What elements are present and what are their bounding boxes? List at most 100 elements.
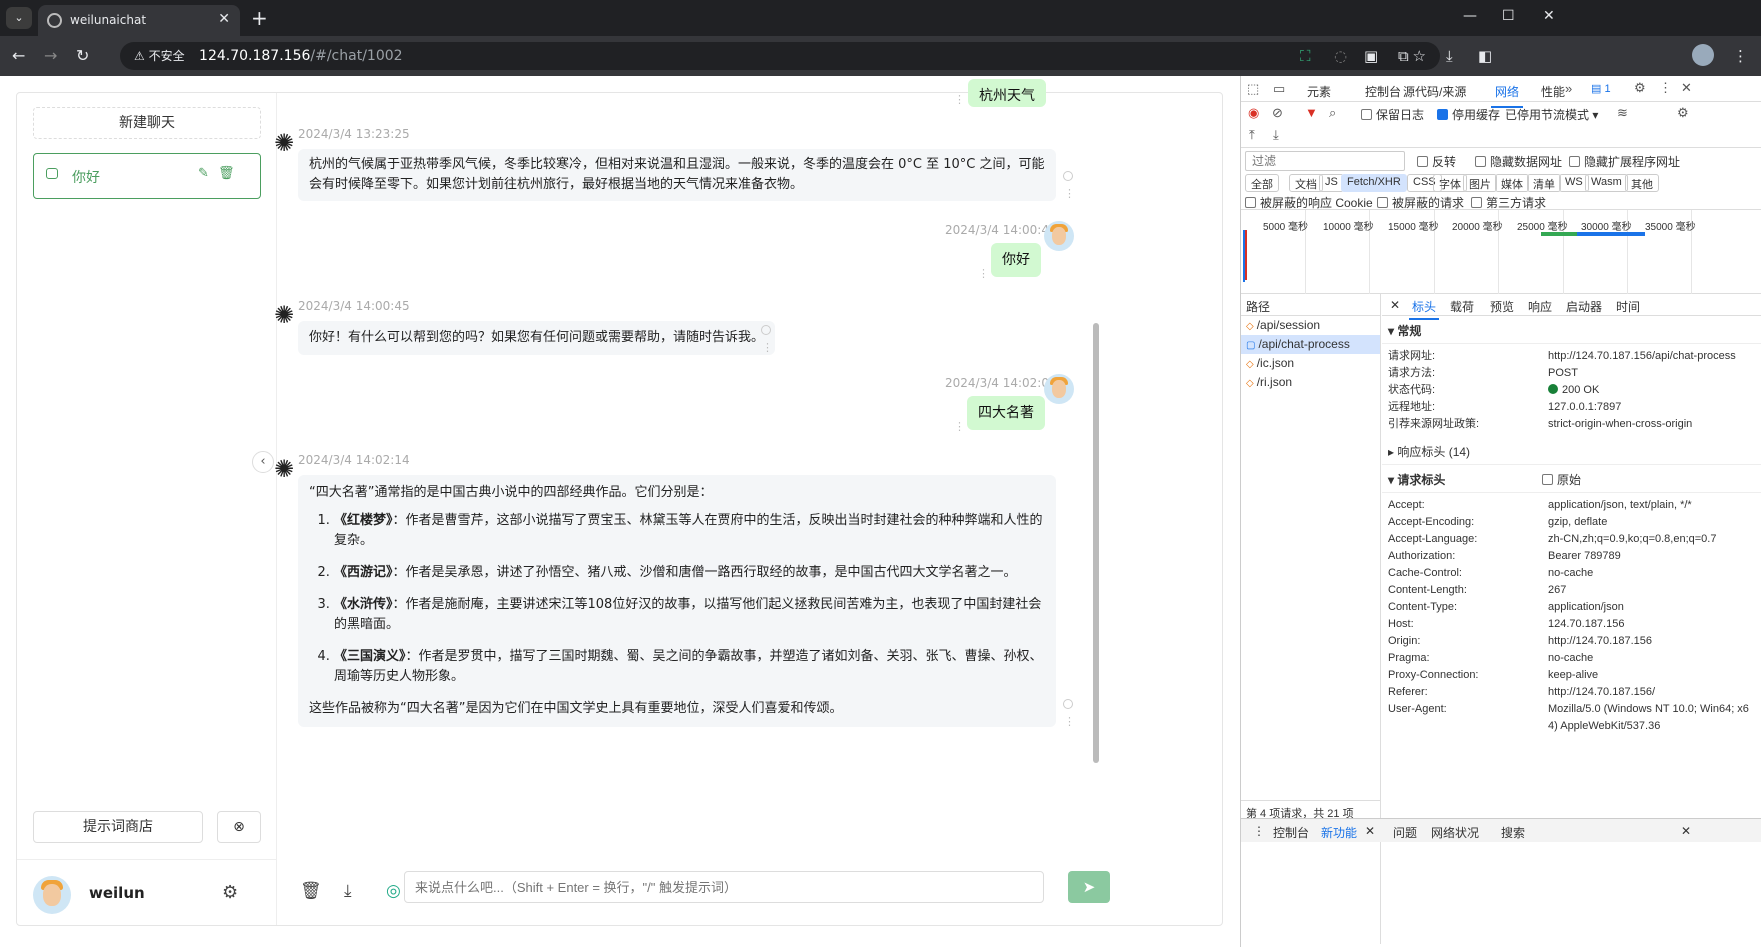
third-party-checkbox[interactable]: 第三方请求 bbox=[1471, 194, 1546, 211]
inspect-icon[interactable]: ⬚ bbox=[1247, 81, 1259, 97]
browser-tab[interactable]: weilunaichat ✕ bbox=[38, 5, 240, 36]
type-filter-other[interactable]: 其他 bbox=[1625, 174, 1659, 192]
request-row[interactable]: ◇/api/session bbox=[1241, 316, 1380, 335]
menu-kebab-icon[interactable]: ⋮ bbox=[1733, 47, 1748, 65]
network-settings-icon[interactable]: ⚙ bbox=[1677, 105, 1689, 121]
type-filter-wasm[interactable]: Wasm bbox=[1585, 174, 1628, 192]
bookmark-star-icon[interactable]: ☆ bbox=[1413, 47, 1426, 65]
tab-headers[interactable]: 标头 bbox=[1408, 298, 1440, 320]
tab-performance[interactable]: 性能 bbox=[1541, 83, 1565, 100]
close-icon[interactable]: ✕ bbox=[1681, 80, 1692, 96]
issues-badge[interactable]: ▤ 1 bbox=[1591, 82, 1611, 95]
raw-headers-checkbox[interactable]: 原始 bbox=[1542, 471, 1581, 488]
tab-elements[interactable]: 元素 bbox=[1307, 83, 1331, 100]
request-row[interactable]: ◇/ri.json bbox=[1241, 373, 1380, 392]
tab-console[interactable]: 控制台 bbox=[1365, 83, 1401, 100]
export-har-icon[interactable]: ⤓ bbox=[1273, 127, 1279, 143]
tab-network[interactable]: 网络 bbox=[1490, 83, 1524, 108]
side-panel-icon[interactable]: ◧ bbox=[1478, 47, 1492, 65]
prompt-store-button[interactable]: 提示词商店 bbox=[33, 811, 203, 843]
tab-search-button[interactable]: ⌄ bbox=[6, 7, 32, 29]
close-drawer-icon[interactable]: ✕ bbox=[1681, 824, 1691, 838]
preserve-log-checkbox[interactable]: 保留日志 bbox=[1361, 106, 1424, 123]
type-filter-font[interactable]: 字体 bbox=[1433, 174, 1467, 192]
window-close-icon[interactable]: ✕ bbox=[1543, 8, 1555, 24]
tab-response[interactable]: 响应 bbox=[1528, 298, 1552, 315]
type-filter-img[interactable]: 图片 bbox=[1463, 174, 1497, 192]
hide-extension-urls-checkbox[interactable]: 隐藏扩展程序网址 bbox=[1569, 153, 1680, 170]
new-tab-button[interactable]: + bbox=[251, 6, 268, 30]
search-icon[interactable]: ⌕ bbox=[1329, 105, 1336, 121]
request-row[interactable]: ▢/api/chat-process bbox=[1241, 335, 1380, 354]
maximize-icon[interactable]: ☐ bbox=[1502, 8, 1515, 24]
tab-timing[interactable]: 时间 bbox=[1616, 298, 1640, 315]
drawer-tab-whats-new[interactable]: 新功能 bbox=[1321, 824, 1357, 841]
extension-icon[interactable]: ◌ bbox=[1334, 47, 1347, 65]
minimize-icon[interactable]: — bbox=[1463, 8, 1477, 24]
copy-icon[interactable] bbox=[1063, 171, 1073, 181]
new-chat-button[interactable]: 新建聊天 bbox=[33, 107, 261, 139]
path-column-header[interactable]: 路径 bbox=[1241, 294, 1380, 316]
tab-initiator[interactable]: 启动器 bbox=[1566, 298, 1602, 315]
edit-icon[interactable]: ✎ bbox=[198, 166, 209, 181]
more-icon[interactable]: ⋮ bbox=[1064, 187, 1075, 200]
general-section-header[interactable]: ▾ 常规 bbox=[1382, 316, 1761, 344]
reload-icon[interactable]: ↻ bbox=[76, 46, 89, 65]
profile-avatar[interactable] bbox=[1692, 44, 1714, 66]
filter-icon[interactable]: ▼ bbox=[1305, 105, 1318, 120]
hide-sidebar-icon[interactable]: ⊗ bbox=[217, 811, 261, 843]
import-har-icon[interactable]: ⤒ bbox=[1249, 127, 1255, 143]
back-icon[interactable]: ← bbox=[12, 46, 25, 65]
record-icon[interactable]: ◉ bbox=[1248, 105, 1259, 121]
drawer-tab-search[interactable]: 搜索 bbox=[1501, 824, 1525, 841]
url-field[interactable]: ⚠ 不安全 124.70.187.156/#/chat/1002 ☆ bbox=[120, 42, 1440, 70]
tab-payload[interactable]: 载荷 bbox=[1450, 298, 1474, 315]
throttle-select[interactable]: 已停用节流模式 ▾ bbox=[1505, 106, 1598, 123]
menu-kebab-icon[interactable]: ⋮ bbox=[1659, 80, 1672, 96]
tab-preview[interactable]: 预览 bbox=[1490, 298, 1514, 315]
more-icon[interactable]: ⋮ bbox=[762, 341, 773, 354]
send-button[interactable]: ➤ bbox=[1068, 871, 1110, 903]
blocked-cookies-checkbox[interactable]: 被屏蔽的响应 Cookie bbox=[1245, 194, 1373, 211]
clear-icon[interactable]: ⊘ bbox=[1272, 105, 1283, 121]
extensions-puzzle-icon[interactable]: ⧉ bbox=[1398, 47, 1409, 65]
tab-sources[interactable]: 源代码/来源 bbox=[1403, 83, 1466, 100]
more-icon[interactable]: ⋮ bbox=[1064, 715, 1075, 728]
more-icon[interactable]: ⋮ bbox=[978, 267, 989, 280]
more-tabs-icon[interactable]: » bbox=[1565, 81, 1572, 96]
device-toolbar-icon[interactable]: ▭ bbox=[1273, 81, 1285, 97]
type-filter-fetch-xhr[interactable]: Fetch/XHR bbox=[1341, 174, 1407, 192]
more-icon[interactable]: ⋮ bbox=[954, 420, 965, 433]
network-overview-timeline[interactable]: 5000 毫秒 10000 毫秒 15000 毫秒 20000 毫秒 25000… bbox=[1241, 210, 1761, 294]
type-filter-all[interactable]: 全部 bbox=[1245, 174, 1279, 192]
type-filter-doc[interactable]: 文档 bbox=[1289, 174, 1323, 192]
drawer-menu-icon[interactable]: ⋮ bbox=[1253, 824, 1265, 838]
extension-icon[interactable]: ⛶ bbox=[1300, 47, 1311, 65]
close-icon[interactable]: ✕ bbox=[1365, 824, 1375, 838]
network-conditions-icon[interactable]: ≋ bbox=[1617, 105, 1628, 121]
download-icon[interactable]: ⤓ bbox=[1446, 47, 1453, 65]
collapse-sidebar-button[interactable]: ‹ bbox=[252, 451, 274, 473]
chat-item[interactable]: 你好 ✎ 🗑 bbox=[33, 153, 261, 199]
response-headers-section-header[interactable]: ▸ 响应标头 (14) bbox=[1382, 437, 1761, 465]
request-row[interactable]: ◇/ic.json bbox=[1241, 354, 1380, 373]
insecure-warning-icon[interactable]: ⚠ 不安全 bbox=[134, 49, 185, 63]
invert-checkbox[interactable]: 反转 bbox=[1417, 153, 1456, 170]
more-icon[interactable]: ⋮ bbox=[954, 93, 965, 106]
copy-icon[interactable] bbox=[761, 325, 771, 335]
extension-icon[interactable]: ▣ bbox=[1364, 47, 1378, 65]
gear-icon[interactable]: ⚙ bbox=[1634, 80, 1646, 96]
drawer-tab-issues[interactable]: 问题 bbox=[1393, 824, 1417, 841]
scrollbar[interactable] bbox=[1093, 323, 1099, 763]
clear-chat-icon[interactable]: 🗑 bbox=[300, 881, 322, 901]
hide-data-urls-checkbox[interactable]: 隐藏数据网址 bbox=[1475, 153, 1562, 170]
gear-icon[interactable]: ⚙ bbox=[222, 882, 238, 903]
filter-input[interactable] bbox=[1245, 151, 1405, 171]
copy-icon[interactable] bbox=[1063, 699, 1073, 709]
disable-cache-checkbox[interactable]: 停用缓存 bbox=[1437, 106, 1500, 123]
whatsapp-icon[interactable]: ◎ bbox=[386, 881, 401, 901]
download-icon[interactable]: ⤓ bbox=[344, 881, 352, 901]
delete-icon[interactable]: 🗑 bbox=[218, 166, 235, 181]
close-tab-icon[interactable]: ✕ bbox=[218, 11, 230, 27]
type-filter-media[interactable]: 媒体 bbox=[1495, 174, 1529, 192]
